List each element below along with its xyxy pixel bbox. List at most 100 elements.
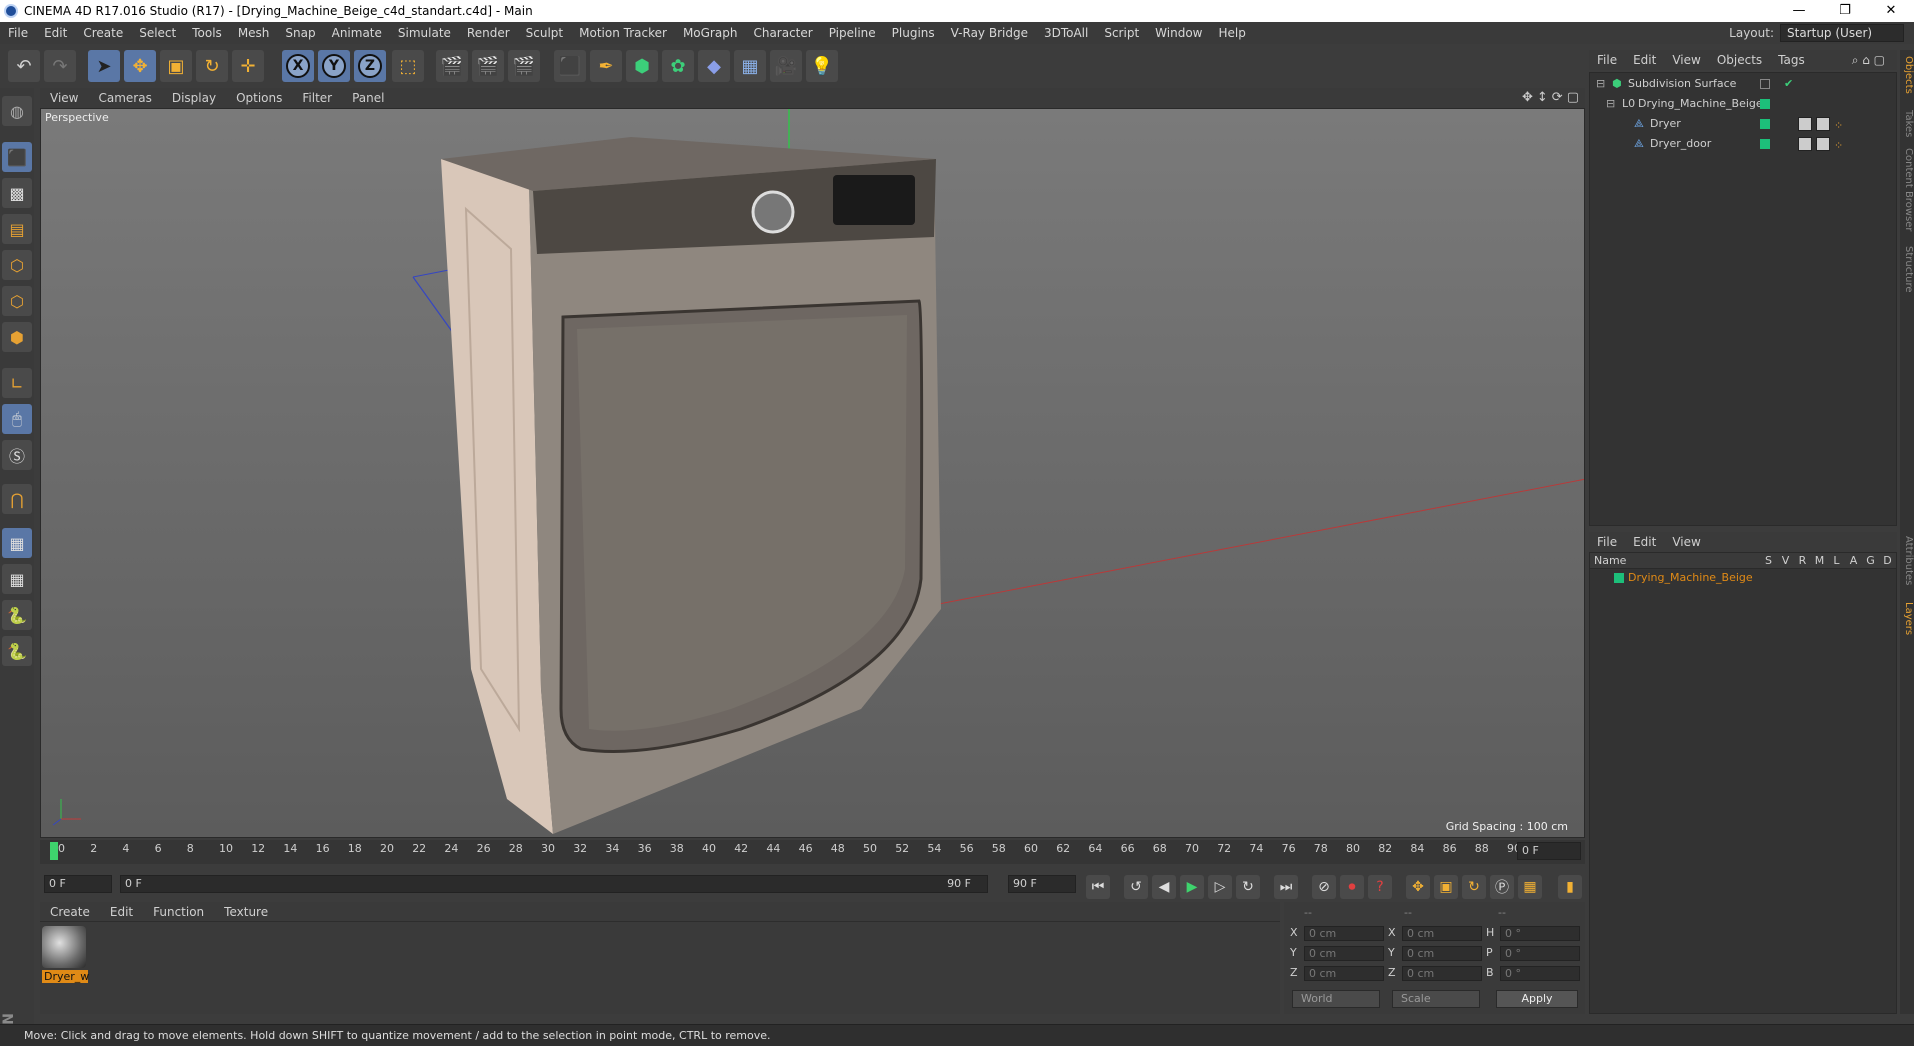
menu-create[interactable]: Create (75, 26, 131, 40)
phong-tag-icon[interactable]: ⁘ (1834, 137, 1843, 155)
cube-primitive-button[interactable]: ⬛ (554, 50, 586, 82)
autokey-button[interactable]: ⏺ (1340, 875, 1364, 899)
edges-mode-button[interactable]: ⬡ (2, 286, 32, 316)
viewport-menu-panel[interactable]: Panel (342, 91, 394, 105)
model-mode-button[interactable]: ⬛ (2, 142, 32, 172)
material-menu-create[interactable]: Create (40, 905, 100, 919)
dolly-icon[interactable]: ↕ (1537, 90, 1548, 105)
pos-x-field[interactable]: 0 cm (1304, 926, 1384, 941)
maximize-view-icon[interactable]: ▢ (1567, 90, 1579, 105)
mograph-cloner-button[interactable]: ✿ (662, 50, 694, 82)
camera-button[interactable]: 🎥 (770, 50, 802, 82)
material-tag-icon[interactable] (1816, 117, 1830, 131)
render-settings-button[interactable]: 🎬 (508, 50, 540, 82)
light-button[interactable]: 💡 (806, 50, 838, 82)
material-menu-edit[interactable]: Edit (100, 905, 143, 919)
menu-snap[interactable]: Snap (277, 26, 323, 40)
layer-menu-view[interactable]: View (1664, 535, 1708, 549)
object-row-drying-machine-beige[interactable]: ⊟ L0 Drying_Machine_Beige (1590, 95, 1896, 113)
timeline-end-field[interactable]: 0 F (1517, 842, 1581, 860)
menu-select[interactable]: Select (131, 26, 184, 40)
side-tab-attributes[interactable]: Attributes (1900, 536, 1914, 585)
menu-edit[interactable]: Edit (36, 26, 75, 40)
z-axis-lock-button[interactable]: Z (354, 50, 386, 82)
key-rotation-button[interactable]: ↻ (1462, 875, 1486, 899)
render-view-button[interactable]: 🎬 (436, 50, 468, 82)
orbit-icon[interactable]: ⟳ (1552, 90, 1563, 105)
python-script-button[interactable]: 🐍 (2, 600, 32, 630)
scale-tool-button[interactable]: ▣ (160, 50, 192, 82)
menu-simulate[interactable]: Simulate (390, 26, 459, 40)
menu-motion-tracker[interactable]: Motion Tracker (571, 26, 675, 40)
obj-menu-edit[interactable]: Edit (1625, 53, 1664, 67)
next-key-button[interactable]: ↻ (1236, 875, 1260, 899)
timeline-ruler[interactable]: 0 2 4 6 8 10 12 14 16 18 20 22 24 26 28 30 32 34 36 38 40 42 4… (40, 840, 1585, 864)
pos-z-field[interactable]: 0 cm (1304, 966, 1384, 981)
solo-mode-button[interactable]: Ⓢ (2, 440, 32, 470)
viewport-menu-view[interactable]: View (40, 91, 88, 105)
timeline-window-button[interactable]: ▮ (1558, 875, 1582, 899)
enabled-check-icon[interactable]: ✔ (1784, 75, 1793, 93)
material-menu-function[interactable]: Function (143, 905, 214, 919)
object-row-subdivision-surface[interactable]: ⊟ ⬢ Subdivision Surface ✔ (1590, 75, 1896, 93)
menu-sculpt[interactable]: Sculpt (518, 26, 571, 40)
menu-character[interactable]: Character (745, 26, 820, 40)
side-tab-structure[interactable]: Structure (1900, 246, 1914, 293)
texture-mode-button[interactable]: ▩ (2, 178, 32, 208)
key-parameter-button[interactable]: Ⓟ (1490, 875, 1514, 899)
menu-window[interactable]: Window (1147, 26, 1210, 40)
menu-plugins[interactable]: Plugins (884, 26, 943, 40)
obj-search-icon[interactable]: ⌕ ⌂ ▢ (1844, 53, 1893, 68)
menu-render[interactable]: Render (459, 26, 518, 40)
menu-help[interactable]: Help (1210, 26, 1253, 40)
deformer-button[interactable]: ◆ (698, 50, 730, 82)
previous-key-button[interactable]: ↺ (1124, 875, 1148, 899)
menu-script[interactable]: Script (1096, 26, 1147, 40)
layer-row[interactable]: Drying_Machine_Beige (1590, 569, 1896, 587)
python-console-button[interactable]: 🐍 (2, 636, 32, 666)
viewport-menu-options[interactable]: Options (226, 91, 292, 105)
go-to-start-button[interactable]: ⏮ (1086, 875, 1110, 899)
obj-menu-view[interactable]: View (1664, 53, 1708, 67)
menu-mograph[interactable]: MoGraph (675, 26, 746, 40)
keyframe-selection-button[interactable]: ? (1368, 875, 1392, 899)
previous-frame-button[interactable]: ◀ (1152, 875, 1176, 899)
viewport-menu-filter[interactable]: Filter (292, 91, 342, 105)
quantize-button[interactable]: ▦ (2, 564, 32, 594)
obj-menu-objects[interactable]: Objects (1709, 53, 1770, 67)
side-tab-objects[interactable]: Objects (1900, 56, 1914, 94)
make-editable-button[interactable]: ◍ (2, 96, 32, 126)
undo-button[interactable]: ↶ (8, 50, 40, 82)
layer-menu-edit[interactable]: Edit (1625, 535, 1664, 549)
collapse-icon[interactable]: ⊟ (1606, 95, 1615, 113)
maximize-button[interactable]: ❐ (1822, 0, 1868, 22)
perspective-viewport[interactable]: Perspective Grid Spacing: 100 cm (40, 108, 1585, 838)
key-pla-button[interactable]: ▦ (1518, 875, 1542, 899)
frame-ruler[interactable]: 0 2 4 6 8 10 12 14 16 18 20 22 24 26 28 30 32 34 36 38 40 42 4… (48, 842, 1521, 862)
size-x-field[interactable]: 0 cm (1402, 926, 1482, 941)
layer-color-swatch[interactable] (1614, 573, 1624, 583)
y-axis-lock-button[interactable]: Y (318, 50, 350, 82)
menu-tools[interactable]: Tools (184, 26, 230, 40)
current-frame-field[interactable]: 0 F (44, 875, 112, 893)
side-tab-content-browser[interactable]: Content Browser (1900, 148, 1914, 231)
pen-spline-button[interactable]: ✒ (590, 50, 622, 82)
move-tool-button[interactable]: ✥ (124, 50, 156, 82)
key-scale-button[interactable]: ▣ (1434, 875, 1458, 899)
viewport-menu-display[interactable]: Display (162, 91, 226, 105)
texture-tag-icon[interactable] (1798, 137, 1812, 151)
object-row-dryer-door[interactable]: ⟁ Dryer_door ⁘ (1590, 135, 1896, 153)
tweak-mode-button[interactable]: 🖱 (2, 404, 32, 434)
object-row-dryer[interactable]: ⟁ Dryer ⁘ (1590, 115, 1896, 133)
layout-dropdown[interactable]: Startup (User) (1780, 24, 1904, 42)
viewport-menu-cameras[interactable]: Cameras (88, 91, 161, 105)
floor-environment-button[interactable]: ▦ (734, 50, 766, 82)
live-selection-button[interactable]: ➤ (88, 50, 120, 82)
render-to-picture-viewer-button[interactable]: 🎬 (472, 50, 504, 82)
size-y-field[interactable]: 0 cm (1402, 946, 1482, 961)
material-tag-icon[interactable] (1816, 137, 1830, 151)
rotate-tool-button[interactable]: ↻ (196, 50, 228, 82)
phong-tag-icon[interactable]: ⁘ (1834, 117, 1843, 135)
playhead-marker[interactable] (50, 842, 58, 860)
pos-y-field[interactable]: 0 cm (1304, 946, 1384, 961)
